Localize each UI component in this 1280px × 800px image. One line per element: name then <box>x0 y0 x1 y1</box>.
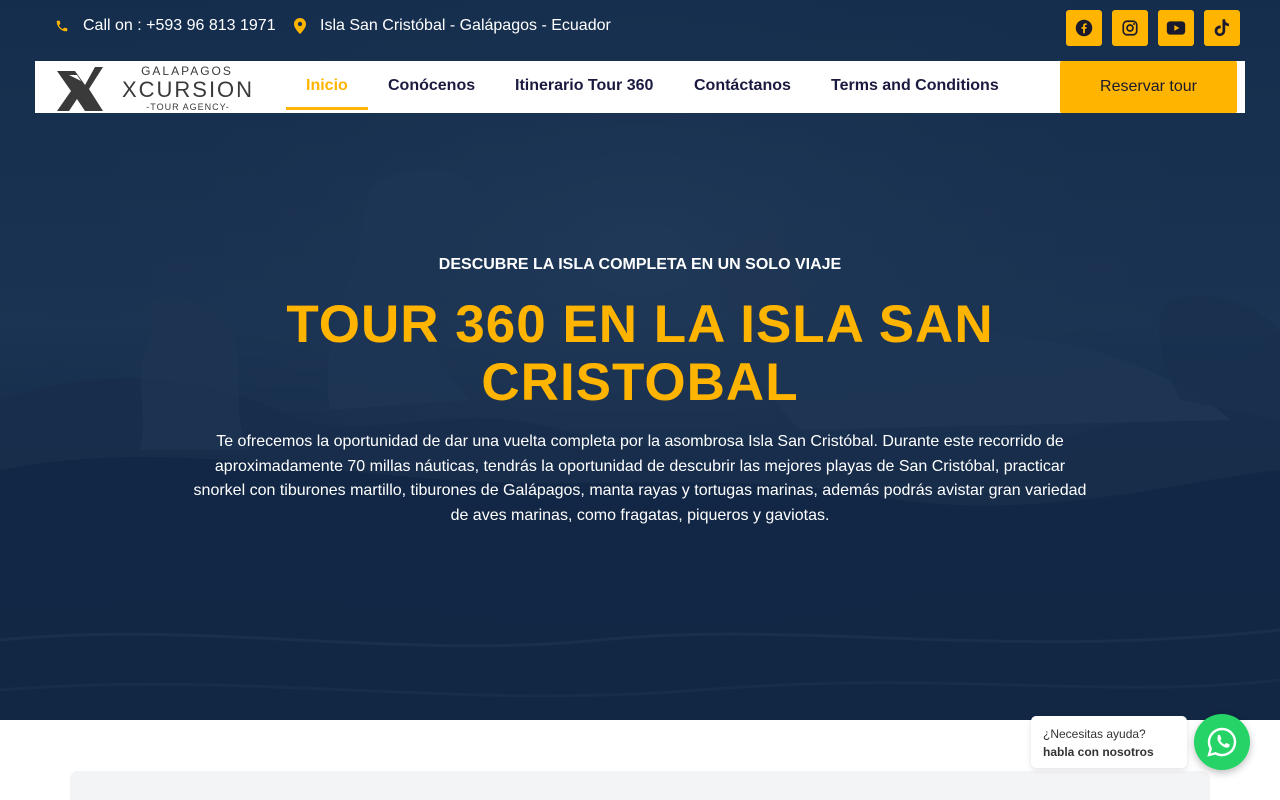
logo-main-text: XCURSION <box>122 77 254 102</box>
top-bar: Call on : +593 96 813 1971 Isla San Cris… <box>0 0 1280 56</box>
chat-prompt-bold: habla con nosotros <box>1043 745 1154 759</box>
tiktok-icon <box>1214 19 1229 37</box>
active-nav-indicator <box>286 107 368 110</box>
youtube-icon <box>1166 21 1186 35</box>
nav-item-inicio[interactable]: Inicio <box>306 61 348 110</box>
social-links <box>1066 10 1240 46</box>
chat-prompt-bubble[interactable]: ¿Necesitas ayuda? habla con nosotros <box>1031 716 1187 768</box>
nav-item-conocenos[interactable]: Conócenos <box>388 61 475 110</box>
instagram-button[interactable] <box>1112 10 1148 46</box>
hero-title: TOUR 360 EN LA ISLA SAN CRISTOBAL <box>286 295 994 412</box>
phone-icon <box>56 20 68 32</box>
location-text: Isla San Cristóbal - Galápagos - Ecuador <box>320 17 611 34</box>
facebook-button[interactable] <box>1066 10 1102 46</box>
galapagos-xcursion-logo[interactable]: GALAPAGOS XCURSION -TOUR AGENCY- <box>55 63 270 113</box>
hero-eyebrow: DESCUBRE LA ISLA COMPLETA EN UN SOLO VIA… <box>438 256 842 273</box>
logo-top-text: GALAPAGOS <box>141 64 233 78</box>
hero-description: Te ofrecemos la oportunidad de dar una v… <box>193 433 1087 524</box>
instagram-icon <box>1122 20 1138 36</box>
nav-item-terms[interactable]: Terms and Conditions <box>831 61 999 110</box>
nav-item-itinerario[interactable]: Itinerario Tour 360 <box>515 61 653 110</box>
logo-sub-text: -TOUR AGENCY- <box>146 102 230 112</box>
phone-contact[interactable]: Call on : +593 96 813 1971 <box>55 17 276 35</box>
nav-item-contactanos[interactable]: Contáctanos <box>694 61 791 110</box>
phone-text: Call on : +593 96 813 1971 <box>83 17 276 34</box>
map-marker-icon <box>294 18 306 34</box>
whatsapp-button[interactable] <box>1194 714 1250 770</box>
facebook-icon <box>1075 19 1093 37</box>
youtube-button[interactable] <box>1158 10 1194 46</box>
location-contact: Isla San Cristóbal - Galápagos - Ecuador <box>294 17 611 35</box>
chat-prompt-text: ¿Necesitas ayuda? <box>1043 727 1146 741</box>
main-navigation: GALAPAGOS XCURSION -TOUR AGENCY- Inicio … <box>35 61 1245 113</box>
content-card <box>70 771 1210 800</box>
tiktok-button[interactable] <box>1204 10 1240 46</box>
reservar-tour-button[interactable]: Reservar tour <box>1060 61 1237 113</box>
whatsapp-icon <box>1207 727 1237 757</box>
